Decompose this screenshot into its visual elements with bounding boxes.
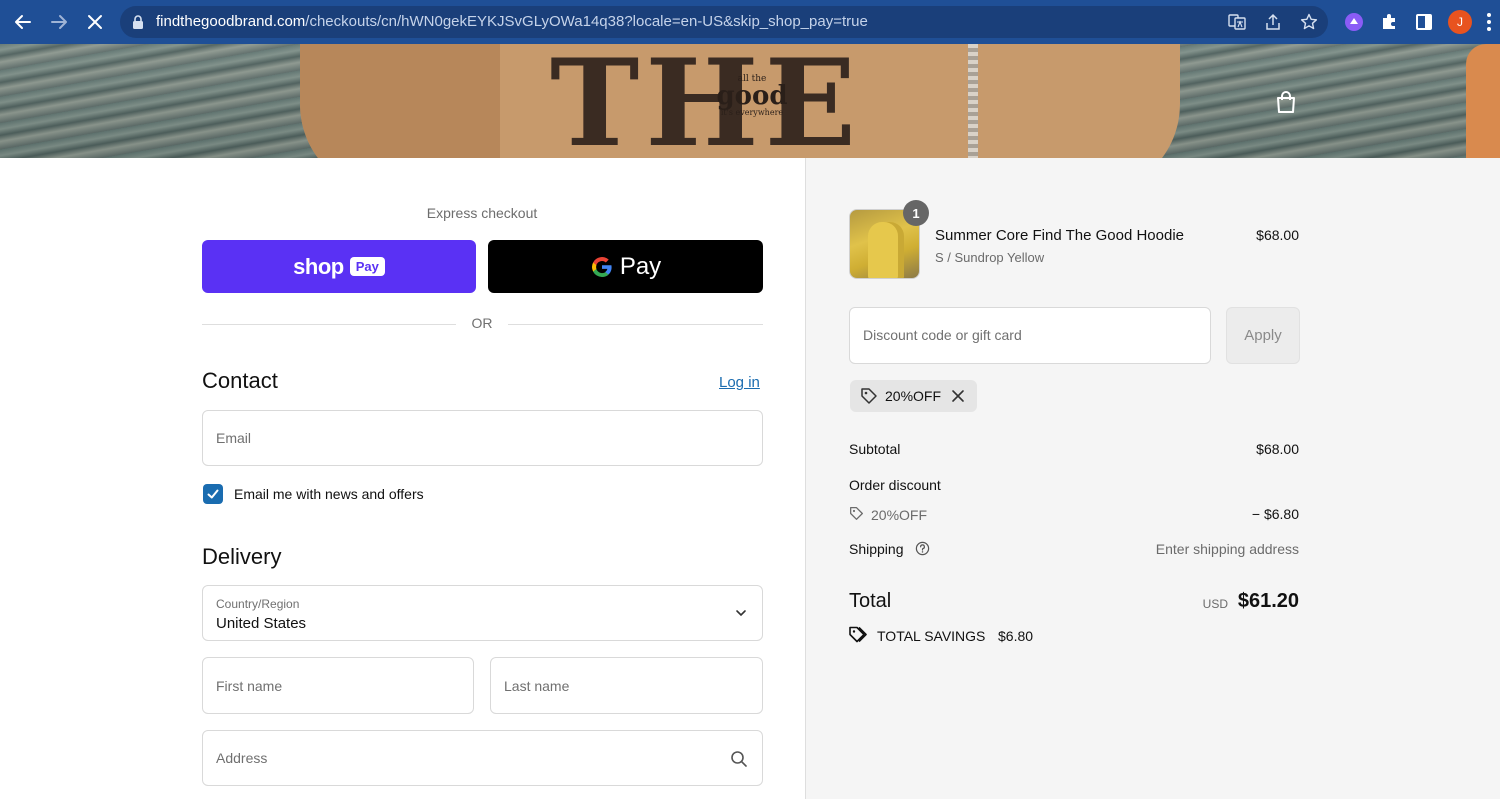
shop-pay-pill: Pay [349, 257, 385, 276]
email-field[interactable]: Email [202, 410, 763, 466]
profile-avatar[interactable]: J [1448, 10, 1472, 34]
product-variant: S / Sundrop Yellow [935, 250, 1045, 265]
shipping-value: Enter shipping address [1155, 541, 1299, 557]
remove-discount-close-icon[interactable] [950, 388, 966, 404]
country-value: United States [216, 615, 307, 632]
side-panel-icon[interactable] [1414, 12, 1434, 32]
url-path: /checkouts/cn/hWN0gekEYKJSvGLyOWa14q38?l… [305, 13, 868, 30]
address-bar[interactable]: findthegoodbrand.com/checkouts/cn/hWN0ge… [120, 6, 1328, 38]
extension-purple-icon[interactable] [1344, 12, 1364, 32]
last-name-placeholder: Last name [504, 677, 570, 694]
email-placeholder: Email [216, 430, 252, 446]
url-domain: findthegoodbrand.com [156, 13, 306, 30]
shipping-help-icon[interactable] [915, 541, 930, 556]
bookmark-star-icon[interactable] [1300, 13, 1318, 31]
last-name-field[interactable]: Last name [490, 657, 763, 714]
express-checkout-title: Express checkout [426, 205, 538, 221]
tag-icon [861, 388, 877, 404]
banner-arm [1466, 44, 1500, 158]
order-summary: 1 Summer Core Find The Good Hoodie S / S… [805, 158, 1500, 799]
total-value: $61.20 [1237, 590, 1299, 612]
total-label: Total [849, 590, 892, 612]
checkout-form: Express checkout shop Pay Pay OR Contact… [0, 158, 805, 799]
savings-tag-icon [849, 626, 867, 643]
browser-menu-icon[interactable] [1486, 12, 1492, 32]
hoodie-shadow [300, 44, 500, 158]
back-arrow-icon[interactable] [10, 9, 36, 35]
shopping-bag-icon[interactable] [1273, 89, 1299, 115]
discount-tag-icon [850, 507, 863, 520]
apply-discount-button[interactable]: Apply [1226, 307, 1300, 364]
logo-main-text: good [716, 81, 788, 111]
share-icon[interactable] [1264, 13, 1282, 31]
translate-icon[interactable] [1228, 13, 1246, 31]
divider-line [508, 324, 763, 325]
log-in-link[interactable]: Log in [719, 374, 760, 391]
extensions-puzzle-icon[interactable] [1379, 12, 1399, 32]
lock-icon[interactable] [130, 14, 146, 30]
newsletter-checkbox[interactable] [203, 484, 223, 504]
country-label: Country/Region [216, 597, 300, 611]
order-discount-label: Order discount [849, 477, 941, 493]
stop-loading-icon[interactable] [82, 9, 108, 35]
google-pay-button[interactable]: Pay [488, 240, 763, 293]
first-name-placeholder: First name [216, 677, 283, 694]
applied-discount-code: 20%OFF [885, 388, 942, 404]
hoodie-drawstring [968, 44, 978, 158]
shop-pay-wordmark: shop [293, 253, 344, 279]
address-placeholder: Address [216, 750, 268, 766]
address-field[interactable]: Address [202, 730, 763, 786]
divider-line [202, 324, 456, 325]
quantity-badge: 1 [903, 200, 929, 226]
product-thumbnail-figure [868, 222, 904, 278]
or-divider: OR [202, 315, 763, 333]
or-text: OR [471, 315, 493, 331]
discount-placeholder: Discount code or gift card [863, 327, 1022, 343]
search-icon [731, 751, 747, 767]
newsletter-label[interactable]: Email me with news and offers [234, 486, 424, 502]
shipping-label: Shipping [849, 541, 904, 557]
product-price: $68.00 [1256, 227, 1299, 243]
total-savings-value: $6.80 [998, 628, 1034, 644]
store-logo[interactable]: all the good it's everywhere [712, 74, 792, 118]
store-header-banner: THE all the good it's everywhere [0, 44, 1500, 158]
logo-bottom-text: it's everywhere [720, 108, 784, 117]
applied-discount-chip: 20%OFF [850, 380, 977, 412]
first-name-field[interactable]: First name [202, 657, 474, 714]
discount-code-input[interactable]: Discount code or gift card [849, 307, 1211, 364]
product-name: Summer Core Find The Good Hoodie [935, 227, 1185, 244]
checkmark-icon [207, 489, 219, 499]
google-pay-wordmark: Pay [619, 252, 662, 280]
url-text[interactable]: findthegoodbrand.com/checkouts/cn/hWN0ge… [156, 13, 868, 30]
google-g-icon [591, 256, 612, 277]
country-select[interactable]: Country/Region United States [202, 585, 763, 641]
total-savings-label: TOTAL SAVINGS [877, 628, 986, 644]
shop-pay-button[interactable]: shop Pay [202, 240, 476, 293]
banner-print-text: THE [550, 44, 863, 158]
order-discount-code: 20%OFF [871, 507, 928, 523]
subtotal-label: Subtotal [849, 441, 901, 457]
browser-toolbar: findthegoodbrand.com/checkouts/cn/hWN0ge… [0, 0, 1500, 44]
chevron-down-icon [736, 610, 746, 617]
delivery-heading: Delivery [202, 544, 282, 569]
forward-arrow-icon[interactable] [46, 9, 72, 35]
order-discount-value: − $6.80 [1251, 506, 1299, 522]
subtotal-value: $68.00 [1256, 441, 1299, 457]
contact-heading: Contact [202, 368, 278, 393]
